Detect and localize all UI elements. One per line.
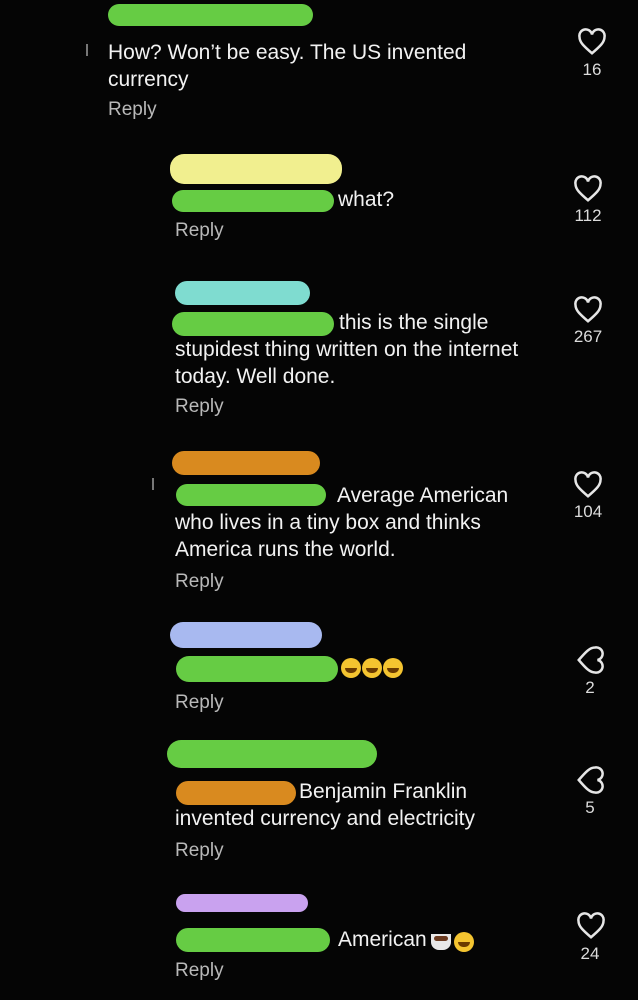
redacted-mention [176, 656, 338, 682]
reply-button[interactable]: Reply [175, 692, 224, 714]
emoji-reaction [340, 658, 403, 678]
redacted-username [170, 154, 342, 184]
reply-button[interactable]: Reply [175, 220, 224, 242]
like-count: 5 [585, 798, 595, 817]
redacted-username [170, 622, 322, 648]
reply-button[interactable]: Reply [175, 571, 224, 593]
like-count: 112 [574, 206, 602, 225]
redacted-username [176, 894, 308, 912]
comment-text: How? Won’t be easy. The US invented curr… [108, 41, 467, 91]
like-count: 104 [573, 502, 603, 521]
heart-icon[interactable] [573, 471, 603, 499]
redacted-mention [172, 190, 334, 212]
comment-line: American [338, 926, 474, 953]
like-count: 267 [573, 327, 603, 346]
comment-text: this is the single stupidest thing writt… [175, 311, 519, 388]
heart-icon[interactable] [573, 175, 603, 203]
laughing-emoji-icon [362, 658, 382, 678]
rofl-emoji-icon [453, 931, 474, 952]
like-count: 16 [582, 60, 602, 79]
laughing-emoji-icon [383, 658, 403, 678]
reply-button[interactable]: Reply [175, 960, 224, 982]
comment-text: Benjamin Franklin invented currency and … [175, 780, 475, 830]
redacted-username [108, 4, 313, 26]
comment-text: Average American who lives in a tiny box… [175, 484, 509, 561]
laughing-emoji-icon [341, 658, 361, 678]
heart-icon[interactable] [573, 296, 603, 324]
heart-icon[interactable] [576, 765, 604, 795]
thread-line [86, 44, 88, 56]
thread-line [152, 478, 154, 490]
redacted-username [172, 451, 320, 475]
reply-button[interactable]: Reply [175, 840, 224, 862]
like-count: 24 [580, 944, 600, 963]
heart-icon[interactable] [576, 645, 604, 675]
heart-icon[interactable] [576, 912, 606, 940]
heart-icon[interactable] [577, 28, 607, 56]
like-count: 2 [585, 678, 595, 697]
comment-text: American [338, 928, 427, 951]
redacted-username [175, 281, 310, 305]
reply-button[interactable]: Reply [175, 396, 224, 418]
redacted-mention [176, 928, 330, 952]
reply-button[interactable]: Reply [108, 99, 157, 121]
redacted-username [167, 740, 377, 768]
comment-text: what? [338, 188, 395, 211]
tea-cup-icon [430, 933, 451, 950]
